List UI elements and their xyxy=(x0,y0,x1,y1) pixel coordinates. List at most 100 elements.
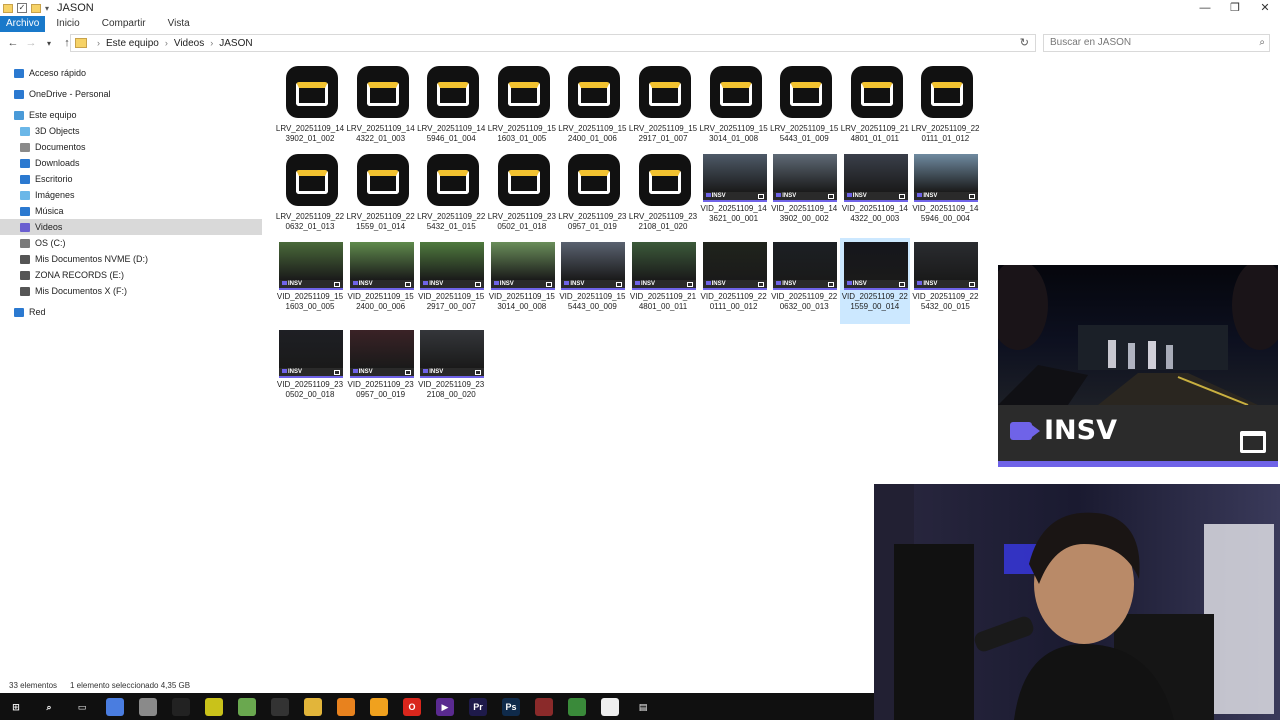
sidebar-item-onedrive-personal[interactable]: OneDrive - Personal xyxy=(14,86,111,102)
sidebar-item-documentos[interactable]: Documentos xyxy=(20,139,86,155)
vid-file-item[interactable]: INSV VID_20251109_15 1603_00_005 xyxy=(275,238,345,324)
breadcrumb-videos[interactable]: Videos xyxy=(174,38,204,49)
forward-icon[interactable]: → xyxy=(25,37,37,49)
vid-file-item[interactable]: INSV VID_20251109_23 2108_00_020 xyxy=(416,326,486,412)
sidebar-item-m-sica[interactable]: Música xyxy=(20,203,64,219)
sidebar-item-downloads[interactable]: Downloads xyxy=(20,155,80,171)
sidebar-item-escritorio[interactable]: Escritorio xyxy=(20,171,73,187)
properties-icon[interactable]: ✓ xyxy=(17,3,27,13)
layers-app-icon[interactable] xyxy=(568,698,586,716)
lrv-file-item[interactable]: LRV_20251109_15 2917_01_007 xyxy=(628,60,698,146)
chevron-down-icon[interactable]: ▾ xyxy=(45,4,49,13)
sidebar-item-3d-objects[interactable]: 3D Objects xyxy=(20,123,80,139)
red-app-icon[interactable] xyxy=(535,698,553,716)
vid-file-item[interactable]: INSV VID_20251109_23 0957_00_019 xyxy=(346,326,416,412)
search-icon[interactable]: ⌕ xyxy=(40,698,58,716)
address-bar[interactable]: › Este equipo › Videos › JASON ↻ xyxy=(70,34,1036,52)
vid-file-item[interactable]: INSV VID_20251109_21 4801_00_011 xyxy=(628,238,698,324)
yellow-app-icon[interactable] xyxy=(205,698,223,716)
sidebar-item-acceso-r-pido[interactable]: Acceso rápido xyxy=(14,65,86,81)
clock-app-icon[interactable] xyxy=(271,698,289,716)
lrv-file-item[interactable]: LRV_20251109_22 0111_01_012 xyxy=(910,60,980,146)
lrv-file-item[interactable]: LRV_20251109_22 5432_01_015 xyxy=(416,148,486,234)
lrv-file-item[interactable]: LRV_20251109_15 2400_01_006 xyxy=(557,60,627,146)
tab-vista[interactable]: Vista xyxy=(157,16,201,32)
download-icon xyxy=(20,158,30,168)
refresh-icon[interactable]: ↻ xyxy=(1020,36,1029,49)
vid-file-item[interactable]: INSV VID_20251109_14 3902_00_002 xyxy=(769,150,839,236)
premiere-icon[interactable]: Pr xyxy=(469,698,487,716)
vid-file-item[interactable]: INSV VID_20251109_15 2917_00_007 xyxy=(416,238,486,324)
lrv-file-item[interactable]: LRV_20251109_14 3902_01_002 xyxy=(275,60,345,146)
copilot-icon[interactable] xyxy=(106,698,124,716)
vlc-icon[interactable] xyxy=(337,698,355,716)
vid-file-item[interactable]: INSV VID_20251109_15 2400_00_006 xyxy=(346,238,416,324)
vid-file-item[interactable]: INSV VID_20251109_22 0111_00_012 xyxy=(699,238,769,324)
sidebar-item-im-genes[interactable]: Imágenes xyxy=(20,187,75,203)
app-gray-icon[interactable] xyxy=(139,698,157,716)
breadcrumb-este-equipo[interactable]: Este equipo xyxy=(106,38,159,49)
maximize-button[interactable]: ❐ xyxy=(1220,0,1250,16)
video-app-icon xyxy=(850,66,903,118)
breadcrumb-jason[interactable]: JASON xyxy=(219,38,252,49)
vid-file-item[interactable]: INSV VID_20251109_22 1559_00_014 xyxy=(839,238,910,324)
lrv-file-item[interactable]: LRV_20251109_23 0957_01_019 xyxy=(557,148,627,234)
sidebar-item-mis-documentos-x-f[interactable]: Mis Documentos X (F:) xyxy=(20,283,127,299)
chevron-right-icon[interactable]: › xyxy=(97,38,100,48)
vid-file-item[interactable]: INSV VID_20251109_14 5946_00_004 xyxy=(910,150,980,236)
task-view-icon[interactable]: ▭ xyxy=(73,698,91,716)
tab-archivo[interactable]: Archivo xyxy=(0,16,46,32)
video-camera-icon xyxy=(352,369,358,373)
tab-inicio[interactable]: Inicio xyxy=(45,16,90,32)
minimize-button[interactable]: — xyxy=(1190,0,1220,16)
lrv-file-item[interactable]: LRV_20251109_22 1559_01_014 xyxy=(346,148,416,234)
chevron-right-icon[interactable]: › xyxy=(165,38,168,48)
opera-icon[interactable]: O xyxy=(403,698,421,716)
navigation-buttons: ← → ▾ ↑ xyxy=(0,37,73,49)
sidebar-item-red[interactable]: Red xyxy=(14,304,46,320)
lrv-file-item[interactable]: LRV_20251109_23 2108_01_020 xyxy=(628,148,698,234)
capcut-2-icon[interactable] xyxy=(601,698,619,716)
lrv-file-item[interactable]: LRV_20251109_14 5946_01_004 xyxy=(416,60,486,146)
lrv-file-item[interactable]: LRV_20251109_15 3014_01_008 xyxy=(699,60,769,146)
chevron-right-icon[interactable]: › xyxy=(210,38,213,48)
lrv-file-item[interactable]: LRV_20251109_15 5443_01_009 xyxy=(769,60,839,146)
vegas-icon[interactable]: ▶ xyxy=(436,698,454,716)
video-camera-icon xyxy=(635,281,640,285)
new-folder-icon[interactable] xyxy=(31,3,41,13)
back-icon[interactable]: ← xyxy=(7,37,19,49)
lrv-file-item[interactable]: LRV_20251109_23 0502_01_018 xyxy=(487,148,557,234)
sidebar-item-zona-records-e[interactable]: ZONA RECORDS (E:) xyxy=(20,267,124,283)
vid-file-item[interactable]: INSV VID_20251109_14 3621_00_001 xyxy=(699,150,769,236)
start-icon[interactable]: ⊞ xyxy=(7,698,25,716)
search-input[interactable]: Buscar en JASON ⌕ xyxy=(1043,34,1270,52)
capcut-icon[interactable] xyxy=(172,698,190,716)
lrv-file-item[interactable]: LRV_20251109_15 1603_01_005 xyxy=(487,60,557,146)
vid-file-item[interactable]: INSV VID_20251109_14 4322_00_003 xyxy=(840,150,910,236)
sidebar-item-videos[interactable]: Videos xyxy=(0,219,262,235)
close-button[interactable]: ✕ xyxy=(1250,0,1280,16)
sidebar-item-este-equipo[interactable]: Este equipo xyxy=(14,107,77,123)
sidebar-item-os-c[interactable]: OS (C:) xyxy=(20,235,66,251)
thumbnail-accent-bar xyxy=(702,288,767,290)
photoshop-icon[interactable]: Ps xyxy=(502,698,520,716)
file-name-line: VID_20251109_15 xyxy=(276,292,344,301)
vid-file-item[interactable]: INSV VID_20251109_23 0502_00_018 xyxy=(275,326,345,412)
lrv-file-item[interactable]: LRV_20251109_22 0632_01_013 xyxy=(275,148,345,234)
webcam-overlay xyxy=(874,484,1280,720)
sidebar-item-mis-documentos-nvme-d[interactable]: Mis Documentos NVME (D:) xyxy=(20,251,148,267)
lrv-file-item[interactable]: LRV_20251109_14 4322_01_003 xyxy=(346,60,416,146)
video-app-icon xyxy=(286,66,338,118)
insta360-icon[interactable]: ▤ xyxy=(634,698,652,716)
lrv-file-item[interactable]: LRV_20251109_21 4801_01_011 xyxy=(840,60,910,146)
vid-file-item[interactable]: INSV VID_20251109_22 0632_00_013 xyxy=(769,238,839,324)
green-app-icon[interactable] xyxy=(238,698,256,716)
vid-file-item[interactable]: INSV VID_20251109_15 3014_00_008 xyxy=(487,238,557,324)
tab-compartir[interactable]: Compartir xyxy=(91,16,157,32)
recent-locations-icon[interactable]: ▾ xyxy=(43,39,55,48)
vid-file-item[interactable]: INSV VID_20251109_15 5443_00_009 xyxy=(557,238,627,324)
vid-file-item[interactable]: INSV VID_20251109_22 5432_00_015 xyxy=(910,238,980,324)
chrome-icon[interactable] xyxy=(370,698,388,716)
file-explorer-icon[interactable] xyxy=(304,698,322,716)
file-name-line: 4801_00_011 xyxy=(638,302,688,311)
